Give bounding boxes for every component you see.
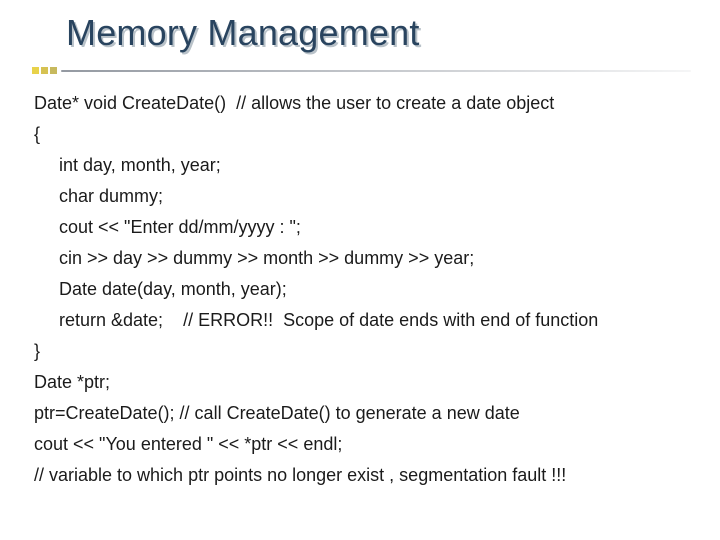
accent-squares [32, 67, 57, 74]
accent-square [41, 67, 48, 74]
code-line: char dummy; [34, 181, 698, 212]
code-line: int day, month, year; [34, 150, 698, 181]
code-line: } [34, 336, 698, 367]
code-line: Date date(day, month, year); [34, 274, 698, 305]
title-area: Memory Management Memory Management [0, 8, 720, 70]
code-line: ptr=CreateDate(); // call CreateDate() t… [34, 398, 698, 429]
code-line: Date *ptr; [34, 367, 698, 398]
code-line: cout << "Enter dd/mm/yyyy : "; [34, 212, 698, 243]
code-line: Date* void CreateDate() // allows the us… [34, 88, 698, 119]
code-line: // variable to which ptr points no longe… [34, 460, 698, 491]
code-block: Date* void CreateDate() // allows the us… [34, 88, 698, 491]
code-line: cout << "You entered " << *ptr << endl; [34, 429, 698, 460]
code-line: { [34, 119, 698, 150]
title-rule [61, 70, 691, 72]
code-line: cin >> day >> dummy >> month >> dummy >>… [34, 243, 698, 274]
slide: Memory Management Memory Management Date… [0, 0, 720, 540]
code-line: return &date; // ERROR!! Scope of date e… [34, 305, 698, 336]
page-title: Memory Management [66, 12, 420, 54]
accent-square [32, 67, 39, 74]
accent-square [50, 67, 57, 74]
